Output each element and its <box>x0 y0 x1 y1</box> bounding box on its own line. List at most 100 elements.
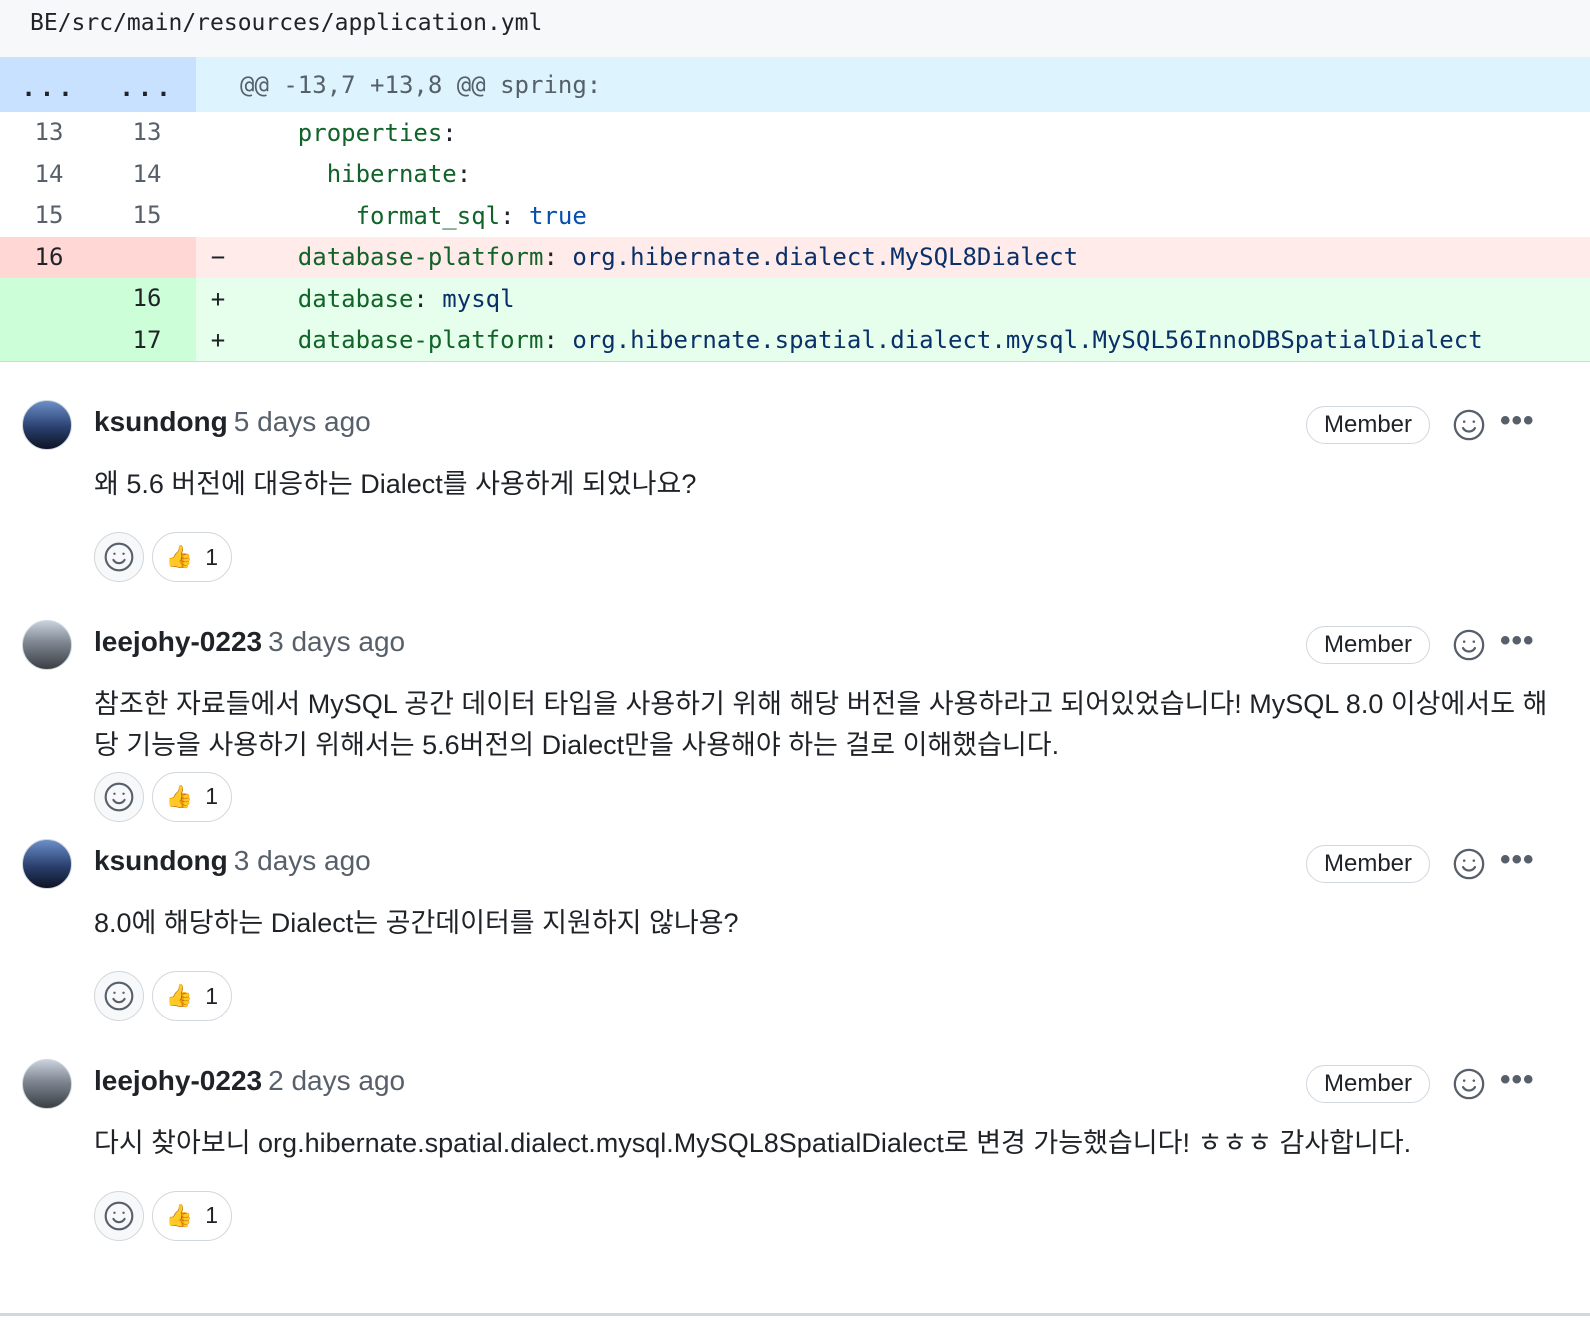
comment-header: leejohy-0223 2 days ago <box>94 1063 405 1099</box>
add-reaction-button[interactable] <box>94 1190 144 1241</box>
yaml-key: hibernate <box>326 160 457 189</box>
code-line: properties: <box>240 119 1590 147</box>
diff-line-add: 17 + database-platform: org.hibernate.spa… <box>0 319 1590 361</box>
smiley-icon[interactable] <box>1452 408 1486 442</box>
diff-table: ... ... @@ -13,7 +13,8 @@ spring: 13 13 p… <box>0 57 1590 362</box>
reactions-bar: 👍 1 <box>94 532 232 582</box>
expand-down-button[interactable]: ... <box>98 57 196 112</box>
add-reaction-button[interactable] <box>94 532 144 582</box>
smiley-icon <box>103 1200 135 1232</box>
code-line: database-platform: org.hibernate.spatial… <box>240 326 1590 354</box>
yaml-key: properties <box>297 118 443 147</box>
smiley-icon[interactable] <box>1452 847 1486 881</box>
yaml-value: org.hibernate.spatial.dialect.mysql.MySQ… <box>572 326 1483 355</box>
smiley-icon <box>103 781 135 813</box>
thumbs-up-reaction-button[interactable]: 👍 1 <box>152 771 232 822</box>
kebab-horizontal-icon[interactable]: ••• <box>1500 845 1535 875</box>
review-comment: leejohy-0223 2 days ago Member ••• 다시 찾아보니 o… <box>0 1041 1590 1261</box>
member-badge: Member <box>1306 845 1430 883</box>
diff-line-context: 13 13 properties: <box>0 112 1590 154</box>
old-line-number[interactable]: 16 <box>0 236 98 278</box>
review-comment: leejohy-0223 3 days ago Member ••• 참조한 자료들에서… <box>0 602 1590 822</box>
comment-author[interactable]: ksundong <box>94 406 228 437</box>
thumbs-up-icon: 👍 <box>165 783 194 809</box>
review-comment: ksundong 3 days ago Member ••• 8.0에 해당하는 Dia… <box>0 821 1590 1041</box>
avatar[interactable] <box>22 619 72 670</box>
reactions-bar: 👍 1 <box>94 771 232 822</box>
thumbs-up-icon: 👍 <box>165 983 194 1008</box>
old-line-number[interactable]: 13 <box>0 112 98 154</box>
diff-line-context: 15 15 format_sql: true <box>0 195 1590 237</box>
code-line: database-platform: org.hibernate.dialect… <box>240 243 1590 271</box>
comment-header: ksundong 3 days ago <box>94 843 371 879</box>
reaction-count: 1 <box>205 1202 219 1228</box>
reaction-count: 1 <box>205 982 219 1009</box>
avatar[interactable] <box>22 839 72 889</box>
new-line-number[interactable] <box>98 236 196 278</box>
yaml-separator: : <box>543 326 573 355</box>
comment-body: 다시 찾아보니 org.hibernate.spatial.dialect.my… <box>94 1127 1412 1158</box>
kebab-horizontal-icon[interactable]: ••• <box>1500 1064 1535 1095</box>
smiley-icon[interactable] <box>1452 1067 1486 1101</box>
reaction-count: 1 <box>205 783 219 809</box>
comment-timestamp[interactable]: 2 days ago <box>268 1065 405 1096</box>
comment-author[interactable]: leejohy-0223 <box>94 626 262 657</box>
thumbs-up-icon: 👍 <box>165 1202 194 1228</box>
diff-marker: + <box>210 284 226 313</box>
yaml-value: org.hibernate.dialect.MySQL8Dialect <box>572 243 1079 272</box>
old-line-number[interactable]: 15 <box>0 195 98 237</box>
new-line-number[interactable]: 16 <box>98 278 196 320</box>
member-badge: Member <box>1306 406 1430 444</box>
yaml-value: true <box>529 201 587 230</box>
smiley-icon[interactable] <box>1452 628 1486 662</box>
yaml-separator: : <box>413 284 443 313</box>
new-line-number[interactable]: 15 <box>98 195 196 237</box>
file-path-header: BE/src/main/resources/application.yml <box>0 0 1590 57</box>
expand-up-button[interactable]: ... <box>0 57 98 112</box>
file-path[interactable]: BE/src/main/resources/application.yml <box>30 10 542 36</box>
review-thread: ksundong 5 days ago Member ••• 왜 5.6 버전에 대응하… <box>0 362 1590 1260</box>
comment-author[interactable]: ksundong <box>94 845 228 876</box>
reaction-count: 1 <box>205 543 219 570</box>
diff-hunk-header: ... ... @@ -13,7 +13,8 @@ spring: <box>0 57 1590 112</box>
comment-timestamp[interactable]: 3 days ago <box>234 845 371 876</box>
yaml-key: database-platform <box>297 326 544 355</box>
comment-header: ksundong 5 days ago <box>94 404 371 440</box>
comment-timestamp[interactable]: 3 days ago <box>268 626 405 657</box>
comment-timestamp[interactable]: 5 days ago <box>234 406 371 437</box>
avatar[interactable] <box>22 400 72 450</box>
diff-line-context: 14 14 hibernate: <box>0 154 1590 196</box>
comment-author[interactable]: leejohy-0223 <box>94 1065 262 1096</box>
comment-body: 왜 5.6 버전에 대응하는 Dialect를 사용하게 되었나요? <box>94 469 697 499</box>
yaml-key: format_sql <box>355 201 501 230</box>
thumbs-up-reaction-button[interactable]: 👍 1 <box>152 532 232 582</box>
diff-line-add: 16 + database: mysql <box>0 278 1590 320</box>
new-line-number[interactable]: 14 <box>98 154 196 196</box>
code-line: hibernate: <box>240 160 1590 188</box>
diff-marker: − <box>210 243 226 272</box>
thumbs-up-reaction-button[interactable]: 👍 1 <box>152 1190 232 1241</box>
yaml-separator: : <box>543 243 573 272</box>
thumbs-up-reaction-button[interactable]: 👍 1 <box>152 971 232 1021</box>
add-reaction-button[interactable] <box>94 971 144 1021</box>
yaml-separator: : <box>456 160 472 189</box>
smiley-icon <box>103 541 135 573</box>
old-line-number[interactable] <box>0 319 98 361</box>
add-reaction-button[interactable] <box>94 771 144 822</box>
new-line-number[interactable]: 17 <box>98 319 196 361</box>
diff-line-del: 16 − database-platform: org.hibernate.dia… <box>0 236 1590 278</box>
thumbs-up-icon: 👍 <box>165 544 194 569</box>
kebab-horizontal-icon[interactable]: ••• <box>1500 406 1535 436</box>
yaml-value: mysql <box>442 284 515 313</box>
old-line-number[interactable]: 14 <box>0 154 98 196</box>
old-line-number[interactable] <box>0 278 98 320</box>
reactions-bar: 👍 1 <box>94 971 232 1021</box>
yaml-separator: : <box>500 201 529 230</box>
kebab-horizontal-icon[interactable]: ••• <box>1500 625 1535 656</box>
yaml-key: database-platform <box>297 243 544 272</box>
new-line-number[interactable]: 13 <box>98 112 196 154</box>
avatar[interactable] <box>22 1058 72 1109</box>
